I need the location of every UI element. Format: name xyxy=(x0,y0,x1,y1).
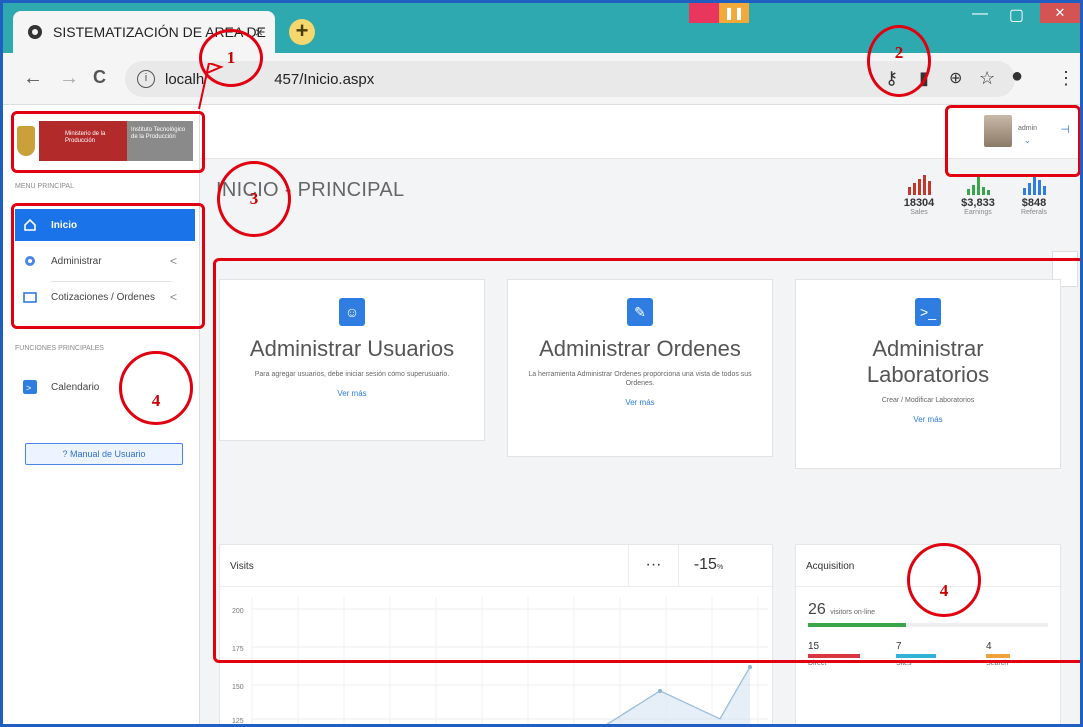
manual-usuario-button[interactable]: ? Manual de Usuario xyxy=(25,443,183,465)
stat-earnings: $3,833 Earnings xyxy=(953,173,1003,216)
stat-label: Sales xyxy=(910,209,928,216)
annotation-arrow xyxy=(198,63,224,110)
extension-badge[interactable]: ❚❚ xyxy=(689,3,753,23)
bar-chart-icon xyxy=(894,173,944,195)
pause-icon: ❚❚ xyxy=(719,3,749,23)
y-tick-label: 150 xyxy=(232,684,244,691)
annotation-box-user xyxy=(945,105,1080,177)
url-text-end: 457/Inicio.aspx xyxy=(274,70,375,88)
close-window-icon[interactable]: ✕ xyxy=(1040,3,1080,23)
globe-icon xyxy=(28,25,42,39)
section-funciones: FUNCIONES PRINCIPALES xyxy=(15,345,104,352)
annotation-stroke xyxy=(198,63,224,110)
reload-button[interactable]: C xyxy=(93,67,106,88)
stat-value: $3,833 xyxy=(961,197,995,209)
maximize-icon[interactable]: ▢ xyxy=(1009,5,1024,25)
record-icon xyxy=(689,3,719,23)
zoom-icon[interactable]: ⊕ xyxy=(949,68,962,88)
sidebar-item-label: Calendario xyxy=(51,381,100,393)
info-icon: i xyxy=(137,70,155,88)
annotation-box-logo xyxy=(11,111,205,173)
account-icon[interactable]: ● xyxy=(1011,65,1023,88)
section-menu-principal: MENU PRINCIPAL xyxy=(15,183,74,190)
visits-point xyxy=(658,689,662,693)
stat-label: Earnings xyxy=(964,209,992,216)
annotation-label-2: 2 xyxy=(867,25,931,97)
back-button[interactable]: ← xyxy=(23,67,43,90)
stat-label: Referals xyxy=(1020,209,1048,216)
stat-value: $848 xyxy=(1021,197,1047,209)
visits-point xyxy=(748,665,752,669)
stat-referals: $848 Referals xyxy=(1009,173,1059,216)
y-tick-label: 125 xyxy=(232,718,244,725)
forward-button[interactable]: → xyxy=(59,67,79,90)
stat-value: 18304 xyxy=(903,197,935,209)
new-tab-button[interactable]: + xyxy=(289,19,315,45)
calendar-icon: > xyxy=(23,380,37,394)
stat-sales: 18304 Sales xyxy=(894,173,944,216)
tab-close-button[interactable]: × xyxy=(255,24,263,40)
visits-area xyxy=(607,667,750,724)
annotation-box-menu xyxy=(11,203,205,329)
annotation-label-4b: 4 xyxy=(907,543,981,617)
annotation-label-4: 4 xyxy=(119,351,193,425)
svg-text:>: > xyxy=(26,383,31,393)
menu-icon[interactable]: ⋮ xyxy=(1057,68,1075,89)
star-icon[interactable]: ☆ xyxy=(979,68,995,89)
screenshot-frame: SISTEMATIZACIÓN DE AREA DE × + ❚❚ — ▢ ✕ … xyxy=(0,0,1083,727)
minimize-icon[interactable]: — xyxy=(972,5,988,23)
